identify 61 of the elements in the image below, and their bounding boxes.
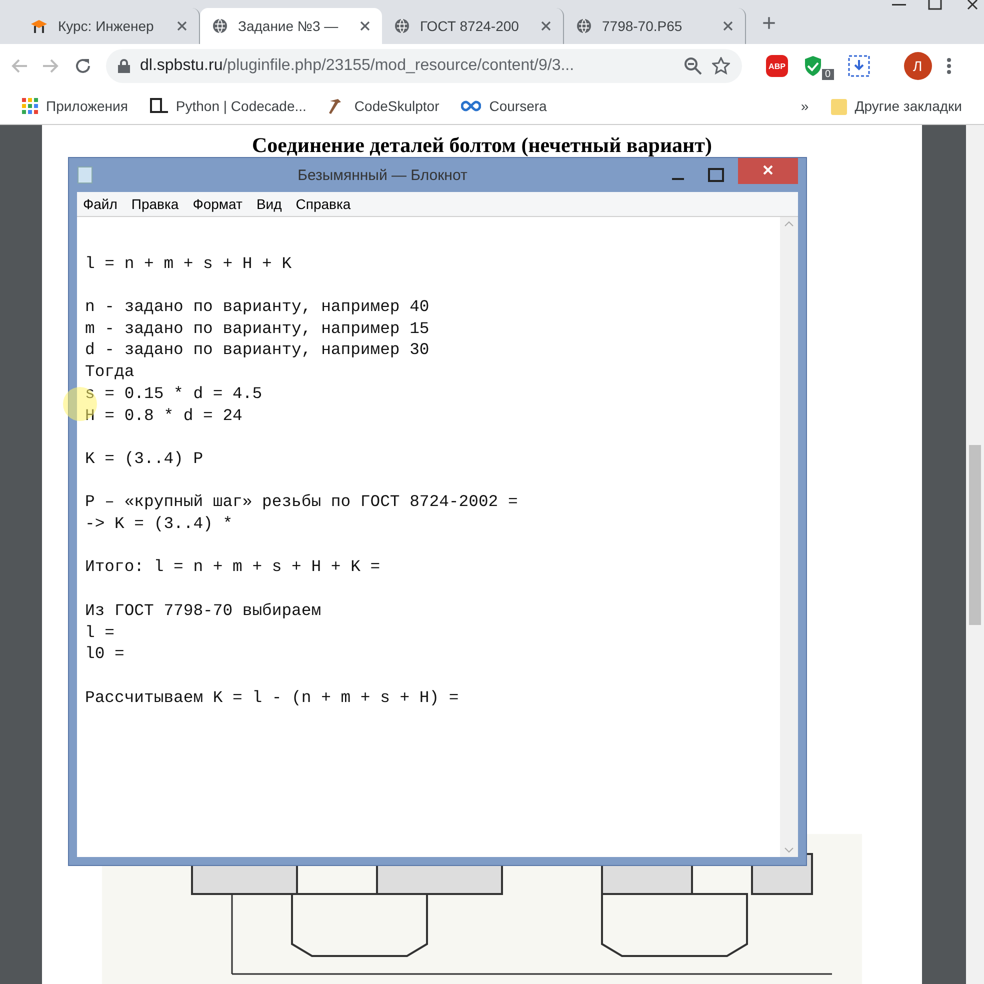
text-line: d - задано по варианту, например 30 [85, 339, 430, 362]
globe-icon [394, 18, 410, 34]
text-line: n - задано по варианту, например 40 [85, 296, 430, 318]
text-line: Из ГОСТ 7798-70 выбираем [85, 600, 322, 622]
extension-badge: 0 [822, 68, 834, 80]
download-icon[interactable] [848, 55, 870, 77]
text-line: Тогда [85, 361, 136, 383]
menu-item[interactable]: Справка [296, 196, 351, 212]
text-line: s = 0.15 * d = 4.5 [85, 382, 264, 405]
close-icon[interactable] [541, 21, 551, 31]
text-line: l0 = [85, 643, 126, 665]
close-icon[interactable] [723, 21, 733, 31]
graduation-cap-icon [30, 18, 48, 34]
more-bookmarks-button[interactable]: » [800, 98, 809, 114]
menu-item[interactable]: Файл [83, 196, 118, 212]
maximize-icon[interactable] [928, 0, 942, 10]
text-line: Рассчитываем K = l - (n + m + s + H) = [85, 686, 460, 708]
code-icon [150, 98, 168, 114]
url-text: dl.spbstu.ru/pluginfile.php/23155/mod_resource/content/9/3... [140, 57, 576, 75]
close-icon[interactable] [360, 21, 370, 31]
lock-icon [118, 59, 130, 73]
scrollbar[interactable] [966, 125, 984, 984]
reload-icon[interactable] [74, 57, 92, 75]
text-line: l = n + m + s + H + K [85, 252, 293, 274]
close-icon [763, 165, 773, 175]
bookmark-link[interactable]: Python | Codecade... [176, 98, 306, 114]
text-line: l = [85, 622, 116, 644]
menu-item[interactable]: Формат [192, 196, 242, 212]
apps-grid-icon [22, 98, 38, 114]
star-icon[interactable] [712, 57, 730, 75]
globe-icon [576, 18, 592, 34]
maximize-icon[interactable] [708, 168, 724, 182]
bookmark-link[interactable]: Приложения [46, 98, 128, 114]
bookmark-link[interactable]: CodeSkulptor [354, 98, 440, 114]
menu-item[interactable]: Вид [256, 196, 282, 212]
close-button[interactable] [738, 158, 798, 184]
browser-tab[interactable]: Задание №3 — [200, 8, 382, 44]
text-line: K = (3..4) P [85, 448, 204, 470]
shield-check-icon[interactable] [802, 55, 824, 77]
folder-icon [830, 97, 847, 115]
text-line: m - задано по варианту, например 15 [85, 318, 430, 340]
document-heading: Соединение деталей болтом (нечетный вариант) [252, 133, 712, 158]
text-line: -> K = (3..4) * [85, 513, 234, 535]
menu-item[interactable]: Правка [131, 196, 179, 212]
notepad-icon [77, 166, 93, 184]
text-line: Итого: l = n + m + s + H + K = [85, 556, 382, 578]
cursor-highlight [62, 386, 98, 422]
bookmark-link[interactable]: Coursera [489, 98, 547, 114]
address-bar[interactable]: dl.spbstu.ru/pluginfile.php/23155/mod_resource/content/9/3... [106, 49, 742, 83]
globe-icon [212, 18, 228, 34]
text-line: H = 0.8 * d = 24 [85, 404, 244, 426]
close-icon[interactable] [177, 21, 187, 31]
profile-avatar[interactable]: Л [904, 52, 932, 80]
text-line: P – «крупный шаг» резьбы по ГОСТ 8724-2002 = [85, 491, 519, 514]
zoom-out-icon[interactable] [684, 57, 702, 75]
adblock-icon[interactable]: ABP [766, 55, 788, 77]
bookmark-folder[interactable]: Другие закладки [854, 98, 962, 114]
infinity-icon [461, 100, 482, 112]
window-title: Безымянный — Блокнот [296, 166, 468, 184]
new-tab-button[interactable]: + [762, 10, 776, 38]
more-menu-icon[interactable] [946, 57, 952, 75]
